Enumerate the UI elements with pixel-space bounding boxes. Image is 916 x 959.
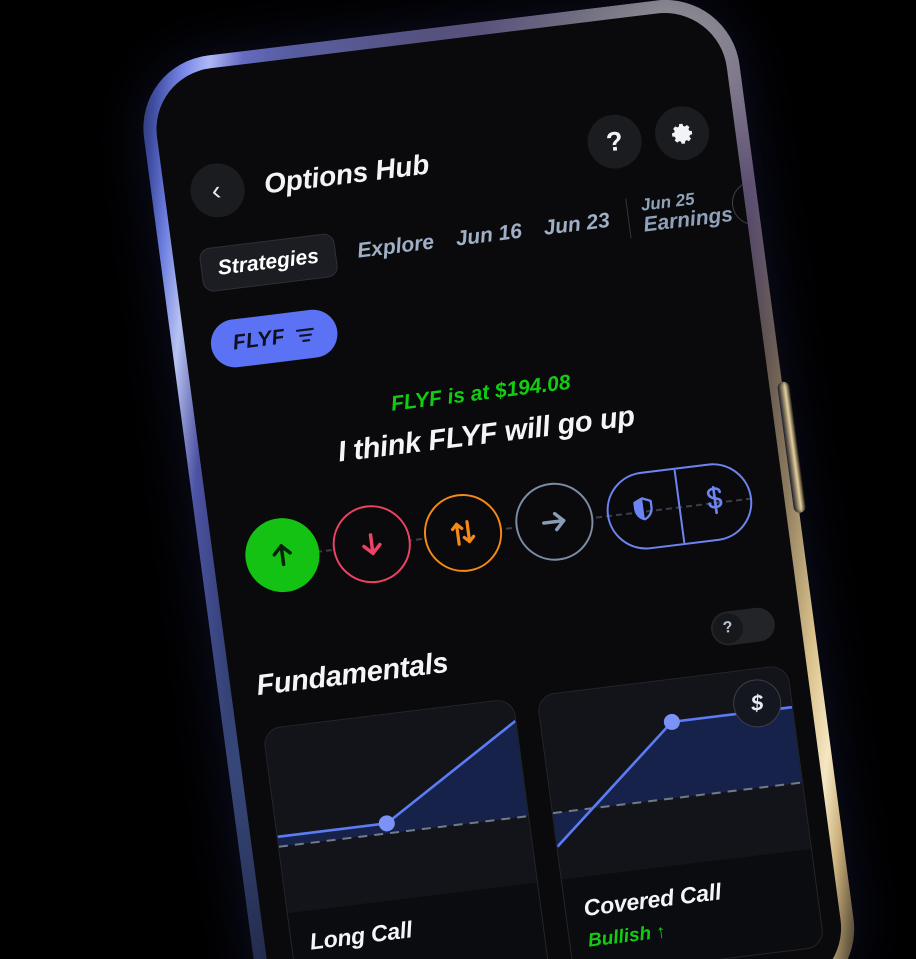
sentiment-selector [233,449,764,608]
page-title: Options Hub [262,148,431,200]
arrow-up-icon [264,537,300,573]
payoff-chart-covered-call: $ [537,665,811,880]
dollar-icon [699,483,731,521]
tab-strategies[interactable]: Strategies [198,232,339,293]
help-button[interactable]: ? [584,111,645,172]
shield-icon [628,493,660,529]
settings-button[interactable] [651,103,713,164]
header-actions: ? [584,103,713,172]
gear-icon [668,119,696,147]
phone-mockup: ‹ Options Hub ? Strategies Explore Jun 1… [134,0,864,959]
sentiment-option-bearish[interactable] [327,500,416,588]
ticker-chip[interactable]: FLYF [207,306,341,371]
screenshot-stage: ‹ Options Hub ? Strategies Explore Jun 1… [0,0,916,959]
arrow-down-icon [354,526,390,562]
sentiment-option-volatile[interactable] [419,489,507,577]
strategy-card-covered-call[interactable]: $ Covered Call Bullish ↑ [536,664,825,959]
sentiment-option-income[interactable] [676,461,755,543]
chevron-left-icon: ‹ [209,174,223,206]
strategy-card-list: Long Call Bullish ↑ [262,664,825,959]
payoff-chart-long-call [263,699,537,914]
question-mark-icon: ? [604,125,625,157]
tab-jun-23[interactable]: Jun 23 [541,200,613,250]
toggle-knob-help-icon: ? [711,611,745,646]
filter-sliders-icon [295,326,317,343]
fundamentals-title: Fundamentals [254,646,451,702]
arrow-up-icon: ↑ [654,921,668,944]
tab-divider [624,198,632,239]
sentiment-pill-group [601,458,758,554]
ticker-chip-label: FLYF [231,325,287,355]
strategy-card-long-call[interactable]: Long Call Bullish ↑ [262,698,552,959]
tab-jun-16[interactable]: Jun 16 [453,211,525,261]
strategy-sentiment-label: Bullish [586,923,653,952]
sentiment-option-protect[interactable] [604,470,683,552]
fundamentals-toggle[interactable]: ? [708,605,777,648]
tab-explore[interactable]: Explore [355,222,437,273]
arrows-up-down-icon [445,515,481,551]
arrow-right-icon [536,504,572,540]
sentiment-option-bullish[interactable] [240,513,325,597]
back-button[interactable]: ‹ [187,160,248,221]
arrow-up-icon: ↑ [381,955,393,959]
tab-earnings[interactable]: Jun 25 Earnings [640,186,735,237]
sentiment-option-neutral[interactable] [510,478,599,566]
